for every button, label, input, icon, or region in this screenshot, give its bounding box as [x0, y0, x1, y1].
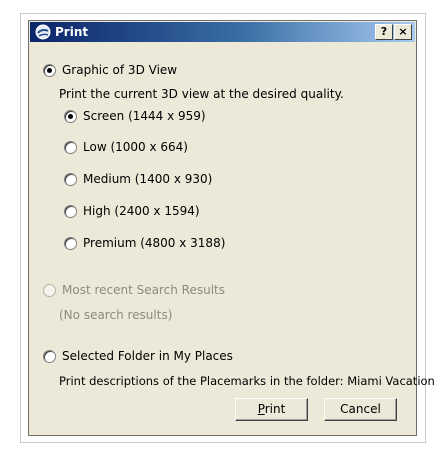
- google-earth-icon: [35, 24, 51, 40]
- quality-radio-screen[interactable]: [64, 109, 77, 123]
- help-button[interactable]: ?: [375, 24, 393, 40]
- search-results-option: Most recent Search Results: [43, 282, 225, 298]
- selected-folder-option[interactable]: Selected Folder in My Places: [43, 348, 233, 364]
- graphic-label: Graphic of 3D View: [62, 63, 178, 77]
- search-results-label: Most recent Search Results: [62, 283, 225, 297]
- graphic-of-3d-view-option[interactable]: Graphic of 3D View: [43, 62, 177, 78]
- selected-folder-description: Print descriptions of the Placemarks in …: [59, 374, 435, 388]
- print-button-mnemonic: P: [257, 402, 265, 416]
- search-results-radio: [43, 283, 56, 297]
- quality-label-premium: Premium (4800 x 3188): [83, 236, 226, 250]
- print-button-label: rint: [264, 402, 286, 416]
- title-bar[interactable]: Print ? ×: [30, 22, 415, 42]
- graphic-description: Print the current 3D view at the desired…: [59, 87, 344, 101]
- window-title: Print: [55, 25, 89, 39]
- cancel-button[interactable]: Cancel: [324, 398, 397, 421]
- quality-radio-medium[interactable]: [64, 172, 77, 186]
- print-dialog: Print ? × Graphic of 3D View Print the c…: [28, 20, 435, 436]
- quality-option-medium[interactable]: Medium (1400 x 930): [64, 171, 212, 187]
- quality-option-premium[interactable]: Premium (4800 x 3188): [64, 235, 225, 251]
- quality-label-medium: Medium (1400 x 930): [83, 172, 213, 186]
- print-button[interactable]: Print: [235, 398, 308, 421]
- quality-option-screen[interactable]: Screen (1444 x 959): [64, 108, 206, 124]
- quality-option-low[interactable]: Low (1000 x 664): [64, 139, 188, 155]
- close-button[interactable]: ×: [394, 24, 412, 40]
- quality-radio-high[interactable]: [64, 204, 77, 218]
- quality-label-screen: Screen (1444 x 959): [83, 109, 206, 123]
- quality-radio-low[interactable]: [64, 140, 77, 154]
- selected-folder-label: Selected Folder in My Places: [62, 349, 233, 363]
- quality-option-high[interactable]: High (2400 x 1594): [64, 203, 200, 219]
- graphic-radio[interactable]: [43, 63, 56, 77]
- quality-label-high: High (2400 x 1594): [83, 204, 200, 218]
- quality-radio-premium[interactable]: [64, 236, 77, 250]
- search-results-description: (No search results): [59, 308, 173, 322]
- quality-label-low: Low (1000 x 664): [83, 140, 188, 154]
- selected-folder-radio[interactable]: [43, 349, 56, 363]
